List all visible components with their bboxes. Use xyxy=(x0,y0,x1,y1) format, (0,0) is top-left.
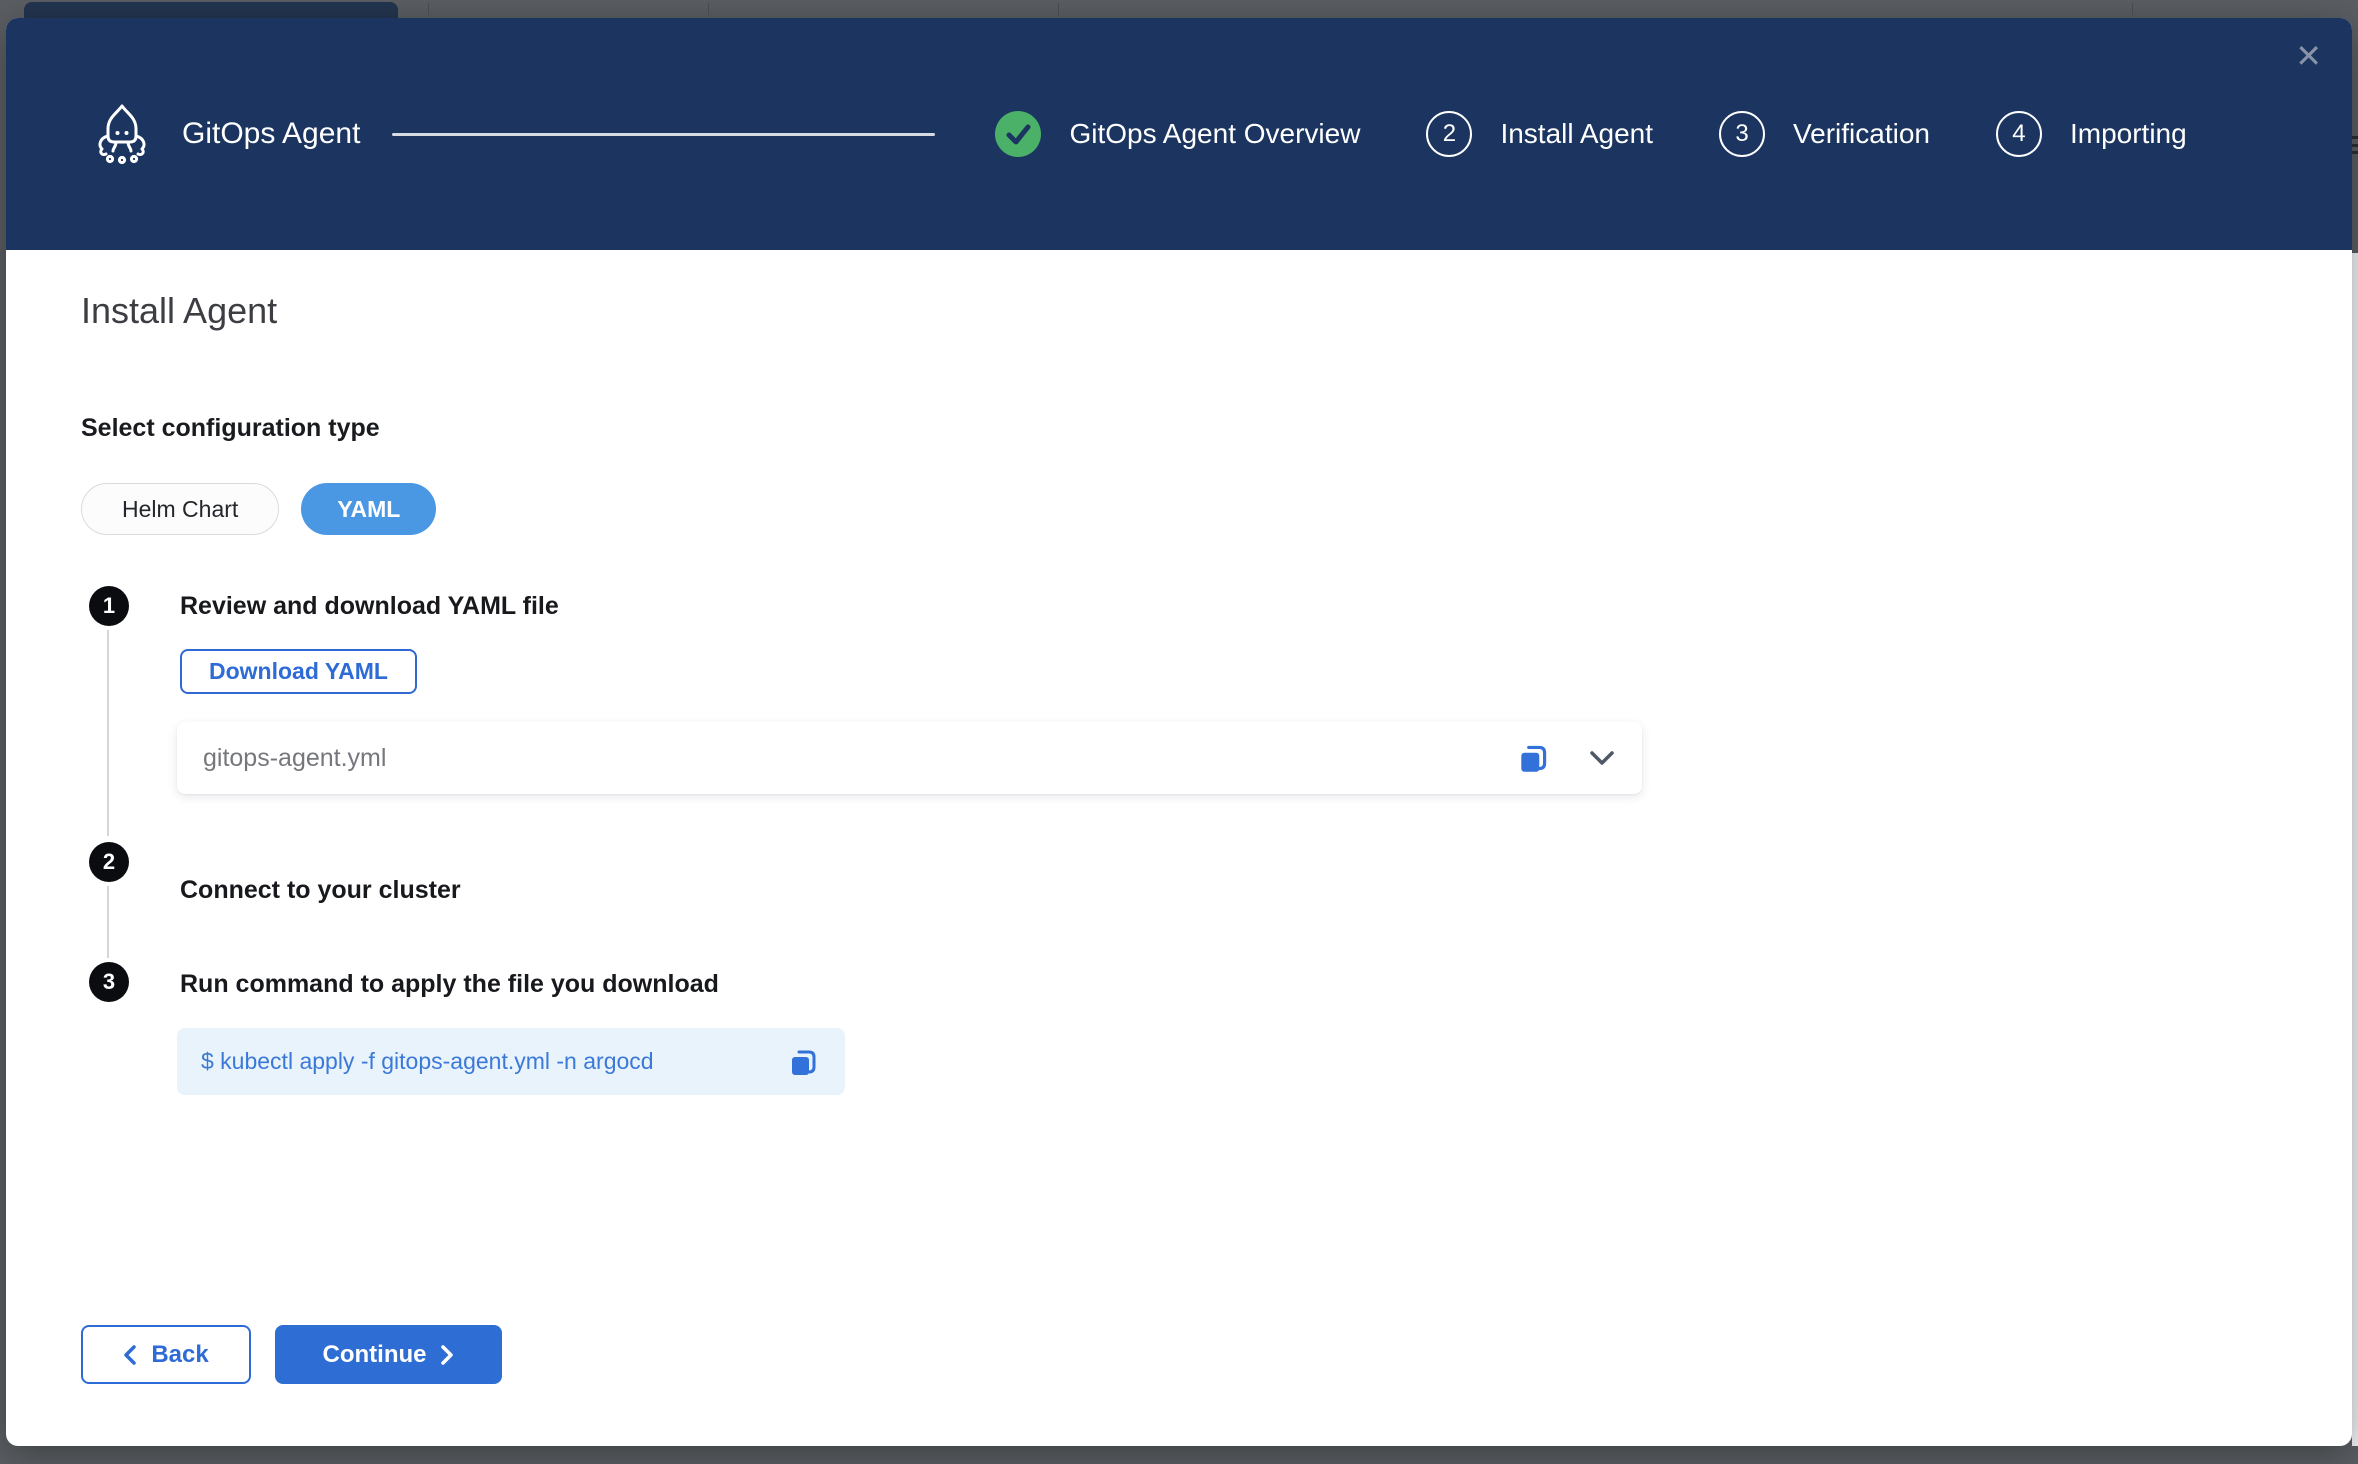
stepper-label: Importing xyxy=(2070,118,2187,150)
step-3-number-badge: 3 xyxy=(89,962,129,1002)
step-2-title: Connect to your cluster xyxy=(180,876,461,905)
wizard-stepper: GitOps Agent Overview 2 Install Agent 3 … xyxy=(995,111,2186,157)
tab-divider xyxy=(708,3,709,15)
step-2-number-badge: 2 xyxy=(89,842,129,882)
continue-button-label: Continue xyxy=(323,1341,427,1369)
header-divider-line xyxy=(392,133,935,136)
kubectl-command-text: $ kubectl apply -f gitops-agent.yml -n a… xyxy=(201,1048,654,1075)
step-3-title: Run command to apply the file you downlo… xyxy=(180,970,719,999)
config-type-label: Select configuration type xyxy=(81,414,380,443)
chevron-left-icon xyxy=(123,1344,137,1366)
stepper-label: Install Agent xyxy=(1500,118,1653,150)
back-button-label: Back xyxy=(151,1341,208,1369)
tab-divider xyxy=(1058,3,1059,15)
stepper-label: GitOps Agent Overview xyxy=(1069,118,1360,150)
browser-tab-strip xyxy=(0,0,2358,18)
background-menu-icon xyxy=(2352,136,2358,154)
wizard-title: GitOps Agent xyxy=(182,117,360,151)
step-number-badge: 3 xyxy=(1719,111,1765,157)
stepper-label: Verification xyxy=(1793,118,1930,150)
back-button[interactable]: Back xyxy=(81,1325,251,1384)
chevron-down-icon[interactable] xyxy=(1588,749,1616,767)
step-number-badge: 4 xyxy=(1996,111,2042,157)
step-1-number-badge: 1 xyxy=(89,586,129,626)
step-connector-line xyxy=(107,886,109,958)
gitops-agent-wizard-modal: GitOps Agent GitOps Agent Overview 2 Ins… xyxy=(6,18,2352,1446)
config-type-toggle: Helm Chart YAML xyxy=(81,483,436,535)
step-1-title: Review and download YAML file xyxy=(180,592,559,621)
step-complete-check-icon xyxy=(995,111,1041,157)
config-option-yaml[interactable]: YAML xyxy=(301,483,436,535)
close-icon[interactable]: ✕ xyxy=(2295,40,2322,72)
config-option-helm-chart[interactable]: Helm Chart xyxy=(81,483,279,535)
gitops-agent-logo-icon xyxy=(90,102,154,166)
tab-divider xyxy=(428,3,429,15)
stepper-item-verification[interactable]: 3 Verification xyxy=(1719,111,1930,157)
stepper-item-gitops-agent-overview[interactable]: GitOps Agent Overview xyxy=(995,111,1360,157)
step-connector-line xyxy=(107,630,109,836)
copy-icon[interactable] xyxy=(1516,740,1552,776)
step-number-badge: 2 xyxy=(1426,111,1472,157)
continue-button[interactable]: Continue xyxy=(275,1325,502,1384)
active-browser-tab[interactable] xyxy=(24,2,398,18)
stepper-item-importing[interactable]: 4 Importing xyxy=(1996,111,2187,157)
wizard-header: GitOps Agent GitOps Agent Overview 2 Ins… xyxy=(6,18,2352,250)
kubectl-command-box: $ kubectl apply -f gitops-agent.yml -n a… xyxy=(177,1028,845,1095)
yaml-file-accordion[interactable]: gitops-agent.yml xyxy=(177,722,1642,794)
background-page-edge xyxy=(2352,253,2358,1446)
chevron-right-icon xyxy=(440,1344,454,1366)
page-title: Install Agent xyxy=(81,290,277,332)
tab-divider xyxy=(2132,3,2133,15)
copy-icon[interactable] xyxy=(787,1045,821,1079)
download-yaml-button[interactable]: Download YAML xyxy=(180,649,417,694)
stepper-item-install-agent[interactable]: 2 Install Agent xyxy=(1426,111,1653,157)
yaml-file-name: gitops-agent.yml xyxy=(203,744,1516,773)
